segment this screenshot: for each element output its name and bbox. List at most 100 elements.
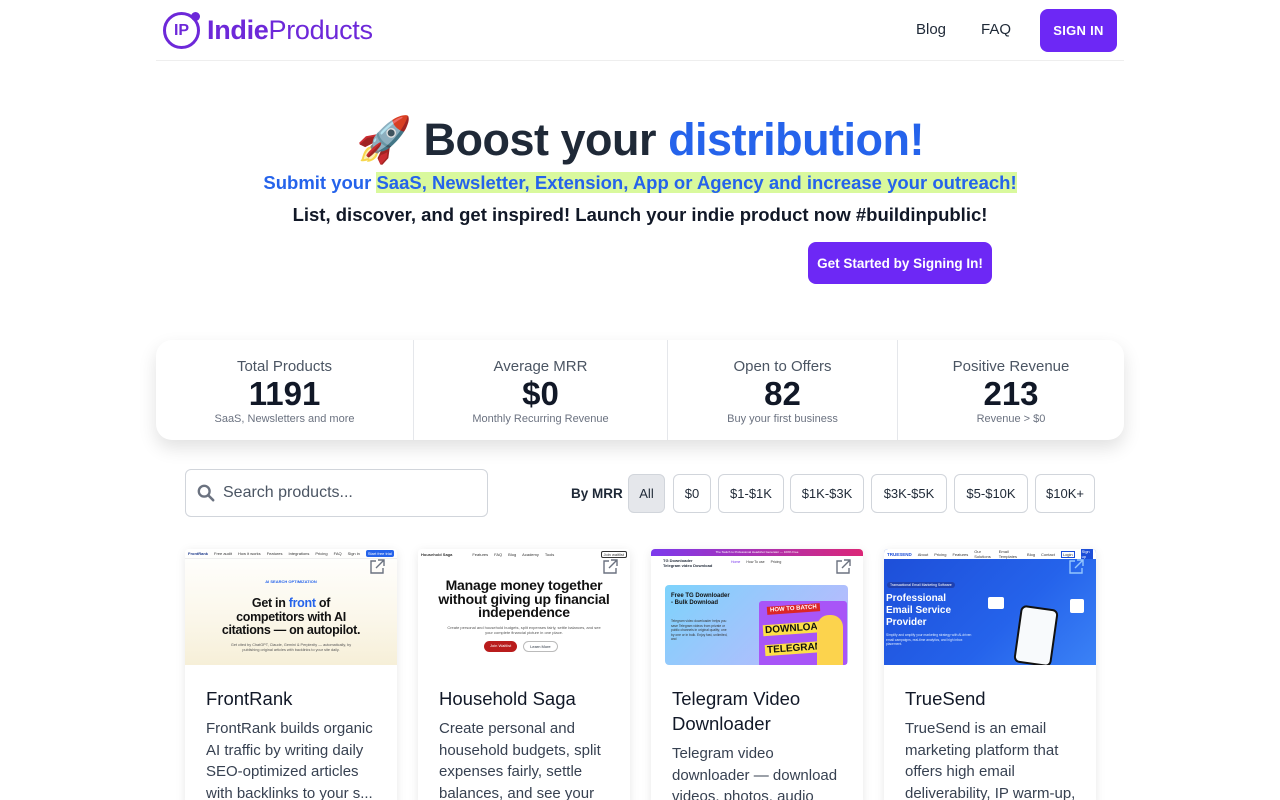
thumb-nav-item: Email Templates <box>998 549 1017 559</box>
product-name[interactable]: Household Saga <box>439 686 614 711</box>
thumb-primary-button: Join Waitlist <box>484 641 518 652</box>
stat-average-mrr: Average MRR $0 Monthly Recurring Revenue <box>414 340 668 440</box>
thumb-navbar: Household Saga Features FAQ Blog Academy… <box>418 549 630 559</box>
logo-initials: IP <box>173 21 190 39</box>
rocket-icon: 🚀 <box>355 114 412 165</box>
logo[interactable]: IP IndieProducts <box>163 12 373 49</box>
nav-faq-link[interactable]: FAQ <box>981 21 1011 38</box>
logo-text-bold: Indie <box>207 15 269 45</box>
thumb-nav-item: How it works <box>238 551 261 556</box>
thumb-nav-item: Blog <box>508 551 517 557</box>
thumb-nav-item: Pricing <box>934 551 947 557</box>
product-card-truesend[interactable]: TRUESEND About Pricing Features Our Solu… <box>884 549 1096 800</box>
hero-subtitle-lead: Submit your <box>263 172 372 193</box>
thumb-headline: Manage money together without giving up … <box>438 577 610 620</box>
product-card-frontrank[interactable]: FrontRank Free audit How it works Featur… <box>185 549 397 800</box>
filter-all[interactable]: All <box>628 474 665 513</box>
stat-value: $0 <box>522 375 559 412</box>
stats-panel: Total Products 1191 SaaS, Newsletters an… <box>156 340 1124 440</box>
external-link-icon[interactable] <box>369 559 385 575</box>
search-box[interactable] <box>185 469 488 517</box>
get-started-button[interactable]: Get Started by Signing In! <box>808 242 992 284</box>
hero-title-plain: Boost your <box>423 114 657 165</box>
thumb-nav-item: Features <box>472 551 489 557</box>
product-thumbnail[interactable]: FrontRank Free audit How it works Featur… <box>185 549 397 665</box>
product-name[interactable]: Telegram Video Downloader <box>672 686 847 736</box>
thumb-nav-item: Sign in <box>347 551 360 556</box>
stat-value: 1191 <box>248 375 321 412</box>
search-input[interactable] <box>223 484 473 502</box>
thumb-body: Simplify and amplify your marketing stra… <box>886 633 972 646</box>
stat-title: Positive Revenue <box>952 358 1070 375</box>
thumb-nav-item: Features <box>266 551 283 556</box>
thumb-banner: The Switch to Professional Headshot Gene… <box>651 549 863 556</box>
site-header: IP IndieProducts Blog FAQ SIGN IN <box>156 0 1124 61</box>
product-description: FrontRank builds organic AI traffic by w… <box>206 720 373 800</box>
thumb-brand-line: Telegram video Download <box>663 563 713 568</box>
thumb-cta: Start free trial <box>365 550 394 557</box>
filter-3k-5k[interactable]: $3K-$5K <box>871 474 947 513</box>
product-thumbnail[interactable]: TRUESEND About Pricing Features Our Solu… <box>884 549 1096 665</box>
filter-5-10k[interactable]: $5-$10K <box>954 474 1028 513</box>
filter-1-1k[interactable]: $1-$1K <box>718 474 784 513</box>
product-name[interactable]: FrontRank <box>206 686 381 711</box>
hero-title: 🚀 Boost your distribution! <box>0 113 1280 166</box>
thumb-headline-part: competitors with AI <box>236 609 346 624</box>
filter-label: By MRR <box>571 486 623 501</box>
product-name[interactable]: TrueSend <box>905 686 1080 711</box>
thumb-panel: Free TG Downloader - Bulk Download Teleg… <box>665 585 848 665</box>
thumb-nav-item: Our Solutions <box>974 549 991 559</box>
logo-text-rest: Products <box>268 15 373 45</box>
thumb-headline: Get in front of competitors with AI cita… <box>185 596 397 638</box>
thumb-tag: Transactional Email Marketing Software <box>887 582 955 588</box>
search-icon <box>197 484 215 502</box>
stat-title: Total Products <box>236 358 333 375</box>
thumb-brand: FrontRank <box>188 551 208 556</box>
thumb-headline-part: of <box>318 596 331 610</box>
thumb-nav-item: Academy <box>522 551 539 557</box>
hero-title-accent: distribution! <box>668 114 925 165</box>
thumb-mail-tile <box>1070 599 1084 613</box>
thumb-brand: TG Downloader Telegram video Download <box>663 558 712 568</box>
external-link-icon[interactable] <box>602 559 618 575</box>
stat-value: 82 <box>764 375 801 412</box>
thumb-brand: Household Saga <box>421 551 453 557</box>
thumb-phone <box>1013 604 1059 665</box>
thumb-panel-title: Free TG Downloader - Bulk Download <box>671 593 730 606</box>
thumb-nav-item: Pricing <box>315 551 328 556</box>
thumb-headline-accent: front <box>288 596 316 610</box>
stat-value: 213 <box>983 375 1039 412</box>
thumb-nav-item: Blog <box>1027 551 1036 557</box>
product-thumbnail[interactable]: The Switch to Professional Headshot Gene… <box>651 549 863 665</box>
stat-desc: Monthly Recurring Revenue <box>472 413 609 425</box>
thumb-nav-item: FAQ <box>494 551 503 557</box>
thumb-body: Create personal and household budgets, s… <box>447 625 601 635</box>
stat-desc: Revenue > $0 <box>976 413 1046 425</box>
stat-title: Open to Offers <box>733 358 832 375</box>
nav-blog-link[interactable]: Blog <box>916 21 946 38</box>
thumb-promo-image: HOW TO BATCH DOWNLOAD TELEGRAM <box>759 601 847 665</box>
filter-0[interactable]: $0 <box>673 474 711 513</box>
product-thumbnail[interactable]: Household Saga Features FAQ Blog Academy… <box>418 549 630 665</box>
thumb-navbar: FrontRank Free audit How it works Featur… <box>185 549 397 559</box>
external-link-icon[interactable] <box>1068 559 1084 575</box>
thumb-nav-item: Integrations <box>288 551 310 556</box>
thumb-nav-item: Pricing <box>770 560 782 564</box>
thumb-login: Login <box>1060 550 1075 558</box>
thumb-promo-badge: HOW TO BATCH <box>766 603 820 615</box>
external-link-icon[interactable] <box>835 559 851 575</box>
thumb-headline: Professional Email Service Provider <box>886 593 952 628</box>
product-description: TrueSend is an email marketing platform … <box>905 720 1076 800</box>
product-card-household-saga[interactable]: Household Saga Features FAQ Blog Academy… <box>418 549 630 800</box>
filter-10k-plus[interactable]: $10K+ <box>1035 474 1095 513</box>
thumb-nav-item: Features <box>952 551 969 557</box>
stat-open-to-offers: Open to Offers 82 Buy your first busines… <box>668 340 898 440</box>
thumb-headline-part: Get in <box>251 596 286 610</box>
filter-1k-3k[interactable]: $1K-$3K <box>790 474 864 513</box>
product-card-telegram-video-downloader[interactable]: The Switch to Professional Headshot Gene… <box>651 549 863 800</box>
thumb-nav-item: FAQ <box>333 551 342 556</box>
thumb-cta: Join waitlist <box>600 550 627 558</box>
product-description: Telegram video downloader — download vid… <box>672 745 838 800</box>
sign-in-button[interactable]: SIGN IN <box>1040 9 1117 52</box>
thumb-person <box>817 615 843 665</box>
